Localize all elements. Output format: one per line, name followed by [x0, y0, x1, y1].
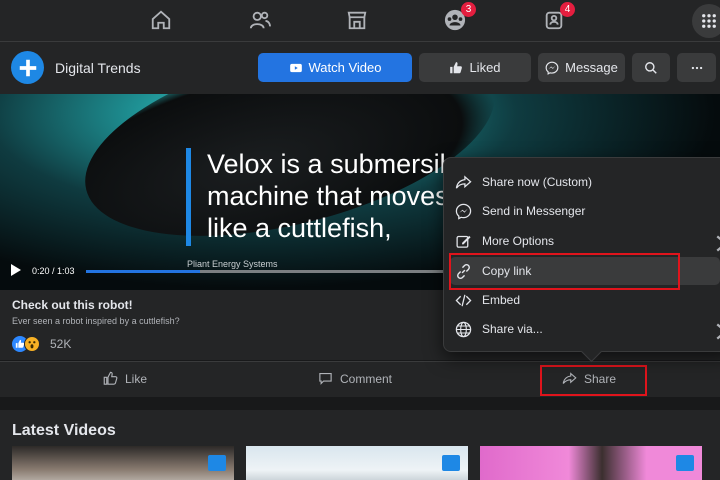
- thumbs-up-icon: [450, 61, 463, 73]
- groups-notification-badge: 3: [461, 2, 476, 17]
- video-icon: [289, 63, 302, 72]
- play-icon[interactable]: [11, 264, 21, 276]
- globe-icon: [455, 321, 472, 337]
- message-button[interactable]: Message: [538, 53, 625, 82]
- digital-trends-logo-icon: [442, 455, 460, 471]
- share-via-item[interactable]: Share via...: [450, 315, 720, 343]
- groups-icon[interactable]: 3: [442, 2, 476, 33]
- more-options-item[interactable]: More Options: [450, 227, 720, 255]
- post-subtitle: Ever seen a robot inspired by a cuttlefi…: [12, 316, 180, 326]
- message-label: Message: [565, 60, 618, 75]
- chevron-right-icon: [716, 323, 720, 340]
- edit-icon: [456, 235, 471, 248]
- page-name[interactable]: Digital Trends: [55, 60, 141, 76]
- more-dots-icon: [691, 66, 702, 69]
- post-title: Check out this robot!: [12, 298, 133, 312]
- latest-videos-section: Latest Videos: [0, 410, 720, 480]
- watch-video-button[interactable]: Watch Video: [258, 53, 412, 82]
- liked-label: Liked: [469, 60, 501, 75]
- liked-button[interactable]: Liked: [419, 53, 531, 82]
- page-logo[interactable]: [11, 51, 44, 84]
- latest-videos-title: Latest Videos: [12, 422, 116, 439]
- messenger-icon: [455, 203, 472, 220]
- more-options-button[interactable]: [677, 53, 716, 82]
- comment-icon: [319, 372, 332, 385]
- like-label: Like: [125, 371, 148, 386]
- reaction-count: 52K: [50, 337, 72, 351]
- share-highlight-box: [540, 365, 647, 396]
- menu-grid-icon[interactable]: [692, 4, 720, 38]
- video-thumbnail[interactable]: [12, 446, 234, 480]
- like-button[interactable]: Like: [103, 371, 147, 386]
- digital-trends-logo-icon: [208, 455, 226, 471]
- video-caption-bar: [186, 148, 191, 246]
- copy-link-highlight-box: [449, 253, 680, 290]
- top-navigation: 3 4: [0, 0, 720, 42]
- send-in-messenger-label: Send in Messenger: [482, 204, 586, 218]
- video-thumbnail[interactable]: [480, 446, 702, 480]
- wow-reaction-icon: [24, 336, 40, 352]
- more-options-label: More Options: [482, 234, 555, 248]
- video-progress-fill: [86, 270, 201, 273]
- share-now-label: Share now (Custom): [482, 175, 593, 189]
- video-thumbnail[interactable]: [246, 446, 468, 480]
- embed-item[interactable]: Embed: [450, 286, 720, 314]
- pages-icon[interactable]: 4: [541, 2, 575, 33]
- messenger-icon: [545, 61, 559, 75]
- comment-button[interactable]: Comment: [318, 371, 392, 386]
- digital-trends-logo-icon: [676, 455, 694, 471]
- pages-notification-badge: 4: [560, 2, 575, 17]
- thumbs-up-icon: [103, 371, 118, 385]
- chevron-right-icon: [716, 235, 720, 252]
- video-time: 0:20 / 1:03: [32, 266, 75, 276]
- comment-label: Comment: [340, 371, 393, 386]
- code-icon: [455, 294, 472, 306]
- video-progress-bar[interactable]: [86, 270, 446, 273]
- search-icon: [645, 61, 657, 74]
- embed-label: Embed: [482, 293, 521, 307]
- share-via-label: Share via...: [482, 322, 543, 336]
- video-caption: Velox is a submersible machine that move…: [207, 149, 447, 243]
- share-arrow-icon: [455, 174, 472, 189]
- friends-icon[interactable]: [247, 7, 273, 33]
- home-icon[interactable]: [148, 7, 174, 33]
- marketplace-icon[interactable]: [344, 7, 370, 33]
- send-in-messenger-item[interactable]: Send in Messenger: [450, 197, 720, 225]
- share-now-item[interactable]: Share now (Custom): [450, 168, 720, 196]
- reactions-summary[interactable]: 52K: [12, 336, 71, 352]
- watch-video-label: Watch Video: [308, 60, 382, 75]
- page-header: Digital Trends Watch Video Liked Message: [0, 42, 720, 94]
- search-button[interactable]: [632, 53, 670, 82]
